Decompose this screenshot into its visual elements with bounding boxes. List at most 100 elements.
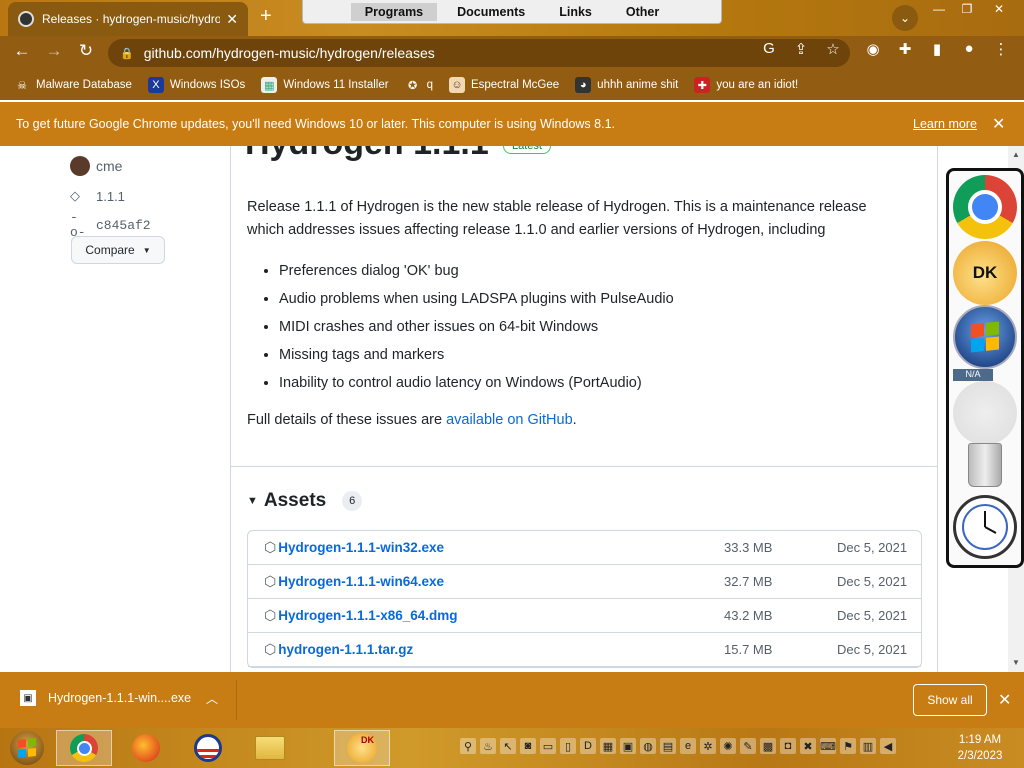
bookmark-you-are-an-idiot[interactable]: ✚ you are an idiot!: [694, 77, 798, 93]
display-tray-icon[interactable]: ▭: [540, 738, 556, 754]
assets-list: ⬡ Hydrogen-1.1.1-win32.exe 33.3 MB Dec 5…: [247, 530, 922, 668]
asset-row[interactable]: ⬡ Hydrogen-1.1.1-win64.exe 32.7 MB Dec 5…: [248, 565, 921, 599]
bookmarks-bar: ☠ Malware Database X Windows ISOs ▦ Windows…: [0, 70, 1024, 100]
gear-tray-icon[interactable]: ✲: [700, 738, 716, 754]
camera-tray-icon[interactable]: ◙: [520, 738, 536, 754]
desktop-dock: DK N/A: [946, 168, 1024, 568]
more-menu-icon[interactable]: ⋮: [990, 40, 1012, 62]
dk-icon[interactable]: DK: [953, 241, 1017, 305]
bug-tray-icon[interactable]: ✺: [720, 738, 736, 754]
scroll-up-icon[interactable]: ▲: [1012, 150, 1020, 159]
launcher-programs[interactable]: Programs: [350, 2, 438, 21]
google-lens-icon[interactable]: G: [758, 40, 780, 62]
launcher-links[interactable]: Links: [545, 3, 606, 21]
launcher-documents[interactable]: Documents: [443, 3, 539, 21]
asset-name-link[interactable]: Hydrogen-1.1.1-win32.exe: [278, 540, 444, 555]
asset-name-link[interactable]: hydrogen-1.1.1.tar.gz: [278, 642, 413, 657]
asset-name-link[interactable]: Hydrogen-1.1.1-win64.exe: [278, 574, 444, 589]
taskbar-dk[interactable]: DK: [334, 730, 390, 766]
taskbar-clock[interactable]: 1:19 AM 2/3/2023: [940, 732, 1020, 764]
bookmark-star-icon[interactable]: ☆: [822, 40, 844, 62]
keyboard-tray-icon[interactable]: ⌨: [820, 738, 836, 754]
asset-row[interactable]: ⬡ Hydrogen-1.1.1-win32.exe 33.3 MB Dec 5…: [248, 531, 921, 565]
launcher-other[interactable]: Other: [612, 3, 673, 21]
taskbar-chrome[interactable]: [56, 730, 112, 766]
infobar-close-icon[interactable]: ✕: [992, 114, 1005, 134]
minimize-icon[interactable]: —: [926, 2, 952, 18]
scroll-down-icon[interactable]: ▼: [1012, 658, 1020, 667]
windows-icon[interactable]: [953, 305, 1017, 369]
network-tray-icon[interactable]: ▥: [860, 738, 876, 754]
asset-row[interactable]: ⬡ Hydrogen-1.1.1-x86_64.dmg 43.2 MB Dec …: [248, 599, 921, 633]
compare-button[interactable]: Compare ▼: [71, 236, 165, 264]
bookmark-windows-isos[interactable]: X Windows ISOs: [147, 77, 245, 93]
taskbar-explorer[interactable]: [242, 730, 298, 766]
browser-tab[interactable]: Releases · hydrogen-music/hydrogen ✕: [8, 2, 248, 36]
cursor-tray-icon[interactable]: ↖: [500, 738, 516, 754]
asset-size: 43.2 MB: [724, 608, 773, 623]
bookmark-malware-database[interactable]: ☠ Malware Database: [14, 77, 132, 93]
available-on-github-link[interactable]: available on GitHub: [446, 412, 573, 428]
extensions-puzzle-icon[interactable]: ✚: [894, 40, 916, 62]
assets-header[interactable]: ▼ Assets 6: [247, 490, 363, 512]
chevron-up-icon[interactable]: ︿: [206, 690, 218, 707]
reload-icon[interactable]: ↻: [74, 41, 98, 61]
downloads-close-icon[interactable]: ✕: [998, 690, 1011, 710]
app-tray-icon[interactable]: ♨: [480, 738, 496, 754]
bookmark-windows-11-installer[interactable]: ▦ Windows 11 Installer: [261, 77, 389, 93]
download-item[interactable]: ▣ Hydrogen-1.1.1-win....exe: [20, 690, 191, 706]
photo-tray-icon[interactable]: ▣: [620, 738, 636, 754]
release-tag[interactable]: ◇ 1.1.1: [70, 188, 125, 204]
list-item: Preferences dialog 'OK' bug: [279, 260, 674, 288]
tab-search-icon[interactable]: ⌄: [892, 5, 918, 31]
show-all-button[interactable]: Show all: [913, 684, 987, 716]
learn-more-link[interactable]: Learn more: [913, 117, 977, 131]
pencil-tray-icon[interactable]: ✎: [740, 738, 756, 754]
box-tray-icon[interactable]: ▩: [760, 738, 776, 754]
asset-name-link[interactable]: Hydrogen-1.1.1-x86_64.dmg: [278, 608, 457, 623]
back-arrow-icon[interactable]: ←: [10, 41, 34, 61]
bookmark-q[interactable]: ✪ q: [405, 77, 433, 93]
share-icon[interactable]: ⇪: [790, 40, 812, 62]
device-tray-icon[interactable]: ▯: [560, 738, 576, 754]
clock-icon[interactable]: [953, 495, 1017, 559]
globe-tray-icon[interactable]: ◍: [640, 738, 656, 754]
forward-arrow-icon[interactable]: →: [42, 41, 66, 61]
bookmark-anime[interactable]: ◕ uhhh anime shit: [575, 77, 678, 93]
restore-icon[interactable]: ❐: [954, 2, 980, 18]
profile-icon[interactable]: ●: [958, 40, 980, 62]
taskbar-obama[interactable]: [180, 730, 236, 766]
search-icon[interactable]: ⚲: [460, 738, 476, 754]
exe-file-icon: ▣: [20, 690, 36, 706]
recycle-bin-icon[interactable]: [953, 433, 1017, 497]
lock-icon: 🔒: [120, 47, 134, 60]
grid-tray-icon[interactable]: ▦: [600, 738, 616, 754]
monitor-tray-icon[interactable]: ▤: [660, 738, 676, 754]
image-icon: ▦: [261, 77, 278, 93]
ie-tray-icon[interactable]: e: [680, 738, 696, 754]
start-button[interactable]: [0, 730, 54, 766]
d-tray-icon[interactable]: D: [580, 738, 596, 754]
list-item: Inability to control audio latency on Wi…: [279, 372, 674, 400]
tab-close-icon[interactable]: ✕: [226, 11, 238, 28]
volume-tray-icon[interactable]: ◀: [880, 738, 896, 754]
flag-tray-icon[interactable]: ⚑: [840, 738, 856, 754]
firefox-icon: [132, 734, 160, 762]
close-tray-icon[interactable]: ✖: [800, 738, 816, 754]
side-panel-icon[interactable]: ▮: [926, 40, 948, 62]
stop-tray-icon[interactable]: ◘: [780, 738, 796, 754]
author-name: cme: [96, 158, 123, 174]
caret-down-icon: ▼: [142, 245, 151, 255]
release-body: Hydrogen 1.1.1 Latest Release 1.1.1 of H…: [230, 146, 938, 672]
extension-avatar-icon[interactable]: ◉: [862, 40, 884, 62]
new-tab-button[interactable]: +: [260, 5, 272, 28]
window-close-icon[interactable]: ✕: [986, 2, 1012, 18]
chrome-icon[interactable]: [953, 175, 1017, 239]
release-author[interactable]: cme: [70, 156, 122, 176]
address-bar[interactable]: 🔒 github.com/hydrogen-music/hydrogen/rel…: [108, 39, 850, 67]
release-description: Release 1.1.1 of Hydrogen is the new sta…: [247, 199, 867, 238]
asset-row[interactable]: ⬡ hydrogen-1.1.1.tar.gz 15.7 MB Dec 5, 2…: [248, 633, 921, 667]
taskbar-firefox[interactable]: [118, 730, 174, 766]
bookmark-espectral-mcgee[interactable]: ☺ Espectral McGee: [448, 77, 559, 93]
compare-label: Compare: [85, 243, 135, 257]
